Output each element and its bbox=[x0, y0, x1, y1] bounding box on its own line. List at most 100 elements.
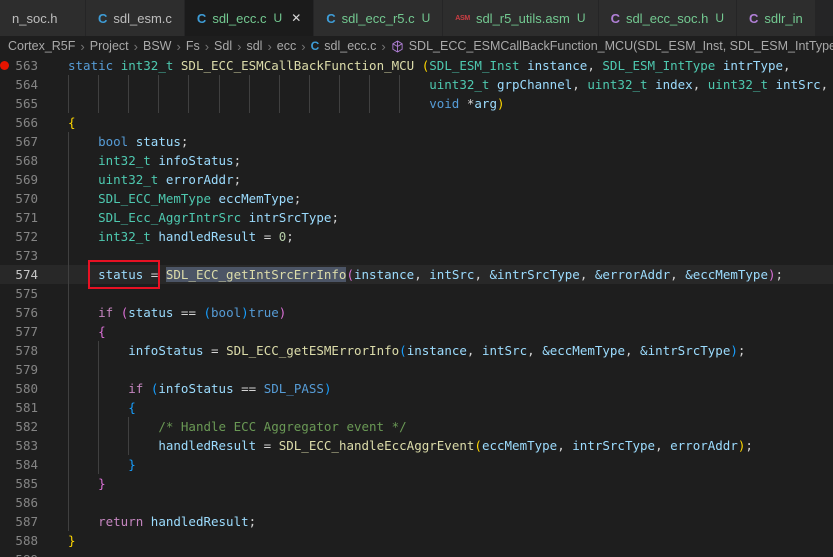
code-token: ) bbox=[768, 267, 776, 282]
code-line[interactable]: 565 void *arg) bbox=[0, 94, 833, 113]
code-line-text: SDL_ECC_MemType eccMemType; bbox=[68, 189, 833, 208]
tab-label: sdl_ecc.c bbox=[212, 10, 267, 26]
breadcrumb-item[interactable]: Project bbox=[90, 39, 129, 53]
code-line[interactable]: 583 handledResult = SDL_ECC_handleEccAgg… bbox=[0, 436, 833, 455]
line-number[interactable]: 584 bbox=[0, 455, 48, 474]
code-line[interactable]: 588} bbox=[0, 531, 833, 550]
line-number[interactable]: 580 bbox=[0, 379, 48, 398]
tab-sdl_ecc_r5.c[interactable]: Csdl_ecc_r5.c U bbox=[314, 0, 444, 36]
line-number[interactable]: 576 bbox=[0, 303, 48, 322]
code-line[interactable]: 575 bbox=[0, 284, 833, 303]
code-token: ; bbox=[233, 153, 242, 168]
line-number[interactable]: 564 bbox=[0, 75, 48, 94]
tab-sdl_r5_utils.asm[interactable]: ASM sdl_r5_utils.asm U bbox=[443, 0, 599, 36]
code-line[interactable]: 569 uint32_t errorAddr; bbox=[0, 170, 833, 189]
line-number[interactable]: 568 bbox=[0, 151, 48, 170]
code-line[interactable]: 586 bbox=[0, 493, 833, 512]
line-number[interactable]: 583 bbox=[0, 436, 48, 455]
breadcrumb-separator: › bbox=[237, 38, 242, 54]
code-line[interactable]: 568 int32_t infoStatus; bbox=[0, 151, 833, 170]
code-line[interactable]: 580 if (infoStatus == SDL_PASS) bbox=[0, 379, 833, 398]
line-number[interactable]: 571 bbox=[0, 208, 48, 227]
line-number[interactable]: 573 bbox=[0, 246, 48, 265]
code-line[interactable]: 576 if (status == (bool)true) bbox=[0, 303, 833, 322]
line-number[interactable]: 585 bbox=[0, 474, 48, 493]
line-number[interactable]: 581 bbox=[0, 398, 48, 417]
breadcrumb-item[interactable]: Sdl bbox=[214, 39, 232, 53]
code-token: , bbox=[579, 267, 595, 282]
tab-n_soc.h[interactable]: n_soc.h bbox=[0, 0, 86, 36]
line-number[interactable]: 589 bbox=[0, 550, 48, 557]
line-number[interactable]: 565 bbox=[0, 94, 48, 113]
code-editor[interactable]: 563 static int32_t SDL_ECC_ESMCallBackFun… bbox=[0, 56, 833, 557]
code-line[interactable]: 578 infoStatus = SDL_ECC_getESMErrorInfo… bbox=[0, 341, 833, 360]
code-line[interactable]: 585 } bbox=[0, 474, 833, 493]
line-number[interactable]: 567 bbox=[0, 132, 48, 151]
line-number[interactable]: 569 bbox=[0, 170, 48, 189]
line-number[interactable]: 582 bbox=[0, 417, 48, 436]
code-line[interactable]: 563 static int32_t SDL_ECC_ESMCallBackFun… bbox=[0, 56, 833, 75]
code-line[interactable]: 564 uint32_t grpChannel, uint32_t index,… bbox=[0, 75, 833, 94]
code-line[interactable]: 579 bbox=[0, 360, 833, 379]
line-number[interactable]: 572 bbox=[0, 227, 48, 246]
breadcrumb-item[interactable]: Fs bbox=[186, 39, 200, 53]
breadcrumb-item[interactable]: ecc bbox=[277, 39, 296, 53]
breadcrumb-item[interactable]: BSW bbox=[143, 39, 171, 53]
line-number[interactable]: 570 bbox=[0, 189, 48, 208]
line-number[interactable]: 579 bbox=[0, 360, 48, 379]
tab-sdl_ecc_soc.h[interactable]: Csdl_ecc_soc.h U bbox=[598, 0, 738, 36]
code-line[interactable]: 587 return handledResult; bbox=[0, 512, 833, 531]
code-token: intrSrcType bbox=[248, 210, 332, 225]
code-line[interactable]: 582 /* Handle ECC Aggregator event */ bbox=[0, 417, 833, 436]
line-number[interactable]: 586 bbox=[0, 493, 48, 512]
tab-sdl_esm.c[interactable]: Csdl_esm.c bbox=[86, 0, 185, 36]
selection-highlight: SDL_ECC_getIntSrcErrInfo bbox=[165, 267, 347, 282]
tab-sdl_ecc.c[interactable]: Csdl_ecc.c U ✕ bbox=[184, 0, 315, 36]
line-number[interactable]: 587 bbox=[0, 512, 48, 531]
code-line[interactable]: 572 int32_t handledResult = 0; bbox=[0, 227, 833, 246]
code-line-text: status = SDL_ECC_getIntSrcErrInfo(instan… bbox=[68, 265, 833, 284]
code-token: bool bbox=[98, 134, 129, 149]
line-number[interactable]: 578 bbox=[0, 341, 48, 360]
line-number[interactable]: 588 bbox=[0, 531, 48, 550]
code-line[interactable]: 581 { bbox=[0, 398, 833, 417]
breadcrumb-item[interactable]: Cortex_R5F bbox=[8, 39, 75, 53]
breadcrumb-item[interactable]: sdl bbox=[246, 39, 262, 53]
code-line-text: int32_t handledResult = 0; bbox=[68, 227, 833, 246]
code-line[interactable]: 571 SDL_Ecc_AggrIntrSrc intrSrcType; bbox=[0, 208, 833, 227]
breadcrumb-item[interactable]: sdl_ecc.c bbox=[324, 39, 376, 53]
h-file-icon: C bbox=[610, 10, 620, 26]
indent-guide bbox=[68, 322, 69, 341]
breakpoint-icon[interactable] bbox=[0, 61, 9, 70]
code-line[interactable]: 567 bool status; bbox=[0, 132, 833, 151]
breadcrumb-separator: › bbox=[176, 38, 181, 54]
line-number[interactable]: 575 bbox=[0, 284, 48, 303]
code-line-text: bool status; bbox=[68, 132, 833, 151]
code-token: static bbox=[68, 58, 114, 73]
code-line[interactable]: 584 } bbox=[0, 455, 833, 474]
tab-close-icon[interactable]: ✕ bbox=[291, 11, 301, 25]
line-number[interactable]: 566 bbox=[0, 113, 48, 132]
symbol-method-icon bbox=[391, 40, 404, 53]
line-number[interactable]: 574 bbox=[0, 265, 48, 284]
code-token: uint32_t bbox=[707, 77, 768, 92]
h-file-icon: C bbox=[749, 10, 759, 26]
indent-guide bbox=[98, 360, 100, 379]
code-line[interactable]: 589 bbox=[0, 550, 833, 557]
code-line[interactable]: 566 { bbox=[0, 113, 833, 132]
code-line[interactable]: 574 status = SDL_ECC_getIntSrcErrInfo(in… bbox=[0, 265, 833, 284]
code-token: = bbox=[256, 438, 279, 453]
code-line[interactable]: 570 SDL_ECC_MemType eccMemType; bbox=[0, 189, 833, 208]
breadcrumb-separator: › bbox=[301, 38, 306, 54]
tab-sdlr_in[interactable]: Csdlr_in bbox=[737, 0, 815, 36]
code-line[interactable]: 573 bbox=[0, 246, 833, 265]
code-token: { bbox=[68, 115, 76, 130]
indent-guide bbox=[68, 417, 69, 436]
code-line[interactable]: 577 { bbox=[0, 322, 833, 341]
code-token: } bbox=[68, 533, 76, 548]
line-number[interactable]: 577 bbox=[0, 322, 48, 341]
breadcrumb-item[interactable]: SDL_ECC_ESMCallBackFunction_MCU(SDL_ESM_… bbox=[409, 39, 833, 53]
